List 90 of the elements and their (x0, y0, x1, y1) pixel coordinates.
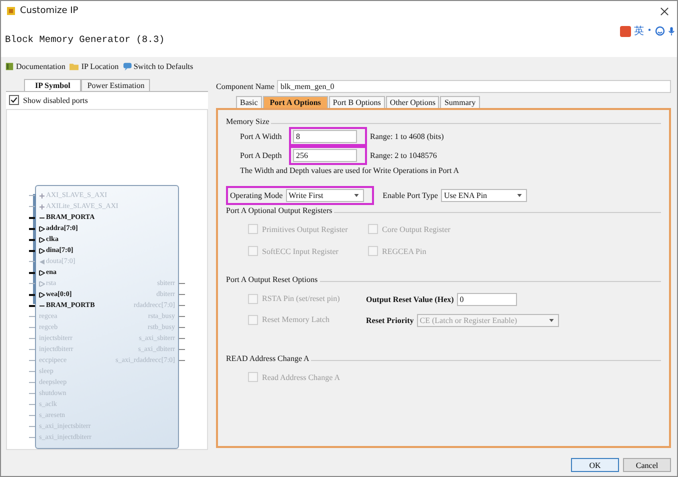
checkbox[interactable] (9, 95, 19, 105)
pin-line (29, 206, 35, 207)
pin-line (29, 437, 35, 438)
checkbox-label: Read Address Change A (262, 372, 340, 382)
input-arrow-icon (39, 292, 45, 298)
section-heading: Memory Size (226, 117, 270, 126)
pin-line (29, 327, 35, 328)
input-arrow-icon (39, 248, 45, 254)
input-arrow-icon (39, 270, 45, 276)
pin-line (29, 360, 35, 361)
pin-line (29, 426, 35, 427)
minus-icon[interactable] (39, 214, 45, 220)
field-label: Operating Mode (230, 190, 283, 200)
pin-line (29, 195, 35, 196)
section-heading: Port A Output Reset Options (226, 275, 318, 284)
pin-line (179, 294, 185, 295)
pin-line (179, 316, 185, 317)
toolbar-link[interactable]: Documentation (5, 62, 66, 70)
pin-line (29, 338, 35, 339)
input-arrow-icon (39, 280, 45, 286)
pin-line (29, 261, 35, 262)
pin-line (179, 349, 185, 350)
toolbar-link[interactable]: IP Location (69, 62, 119, 70)
speech-bubble-icon (122, 62, 132, 70)
pin-line (29, 382, 35, 383)
section-heading: READ Address Change A (226, 354, 310, 363)
options-tab[interactable]: Port A Options (262, 96, 328, 108)
caret-icon (516, 194, 522, 196)
dialog-button[interactable]: Cancel (623, 458, 671, 472)
checkbox-label: Primitives Output Register (262, 224, 348, 234)
book-icon (5, 62, 14, 70)
microphone-icon[interactable] (668, 26, 675, 36)
plus-icon[interactable] (39, 204, 45, 210)
checkbox-label: Show disabled ports (23, 96, 88, 104)
checkbox-label: Core Output Register (382, 224, 450, 234)
options-tab[interactable]: Summary (440, 96, 480, 108)
component-name-field[interactable]: blk_mem_gen_0 (277, 80, 671, 93)
panel-tab[interactable]: IP Symbol (24, 79, 82, 91)
panel-tab[interactable]: Power Estimation (81, 79, 150, 91)
pin-line (29, 393, 35, 394)
checkbox-label: RSTA Pin (set/reset pin) (262, 294, 340, 303)
dropdown[interactable]: Write First (286, 188, 364, 202)
options-tab[interactable]: Other Options (386, 96, 440, 108)
field-label: Port A Width (240, 132, 283, 141)
dropdown[interactable]: Use ENA Pin (440, 188, 527, 202)
checkbox-label: SoftECC Input Register (262, 246, 338, 256)
output-arrow-icon (39, 258, 45, 264)
pin-line (179, 327, 185, 328)
ime-language[interactable]: 英 (634, 24, 644, 38)
folder-icon (69, 62, 80, 70)
sogou-icon (620, 26, 631, 36)
field-label: Enable Port Type (382, 190, 438, 200)
input-field[interactable]: 0 (456, 293, 517, 306)
pin-line (29, 371, 35, 372)
pin-line (179, 338, 185, 339)
ip-title: Block Memory Generator (8.3) (5, 34, 165, 44)
pin-line (29, 283, 35, 284)
pin-line (179, 305, 185, 306)
window-title: Customize IP (20, 6, 78, 16)
pin-line (29, 415, 35, 416)
pin-line (29, 349, 35, 350)
note-text: The Width and Depth values are used for Write Operations in Port A (239, 166, 460, 175)
options-tab[interactable]: Port B Options (328, 96, 385, 108)
input-arrow-icon (39, 236, 45, 242)
close-icon[interactable] (660, 6, 669, 16)
dialog-button[interactable]: OK (571, 458, 619, 472)
field-label: Reset Priority (366, 316, 414, 325)
pin-line (179, 360, 185, 361)
field-label: Output Reset Value (Hex) (366, 295, 454, 304)
app-icon (6, 6, 16, 16)
pin-line (29, 316, 35, 317)
pin-line (29, 404, 35, 405)
range-hint: Range: 2 to 1048576 (370, 151, 437, 160)
checkbox-label: Reset Memory Latch (262, 315, 330, 324)
field-label: Port A Depth (240, 151, 283, 160)
pin-line (179, 283, 185, 284)
caret-icon (354, 194, 359, 196)
minus-icon[interactable] (39, 302, 45, 308)
plus-icon[interactable] (39, 192, 45, 198)
range-hint: Range: 1 to 4608 (bits) (370, 132, 444, 141)
input-field[interactable]: 8 (293, 130, 357, 143)
toolbar-link[interactable]: Switch to Defaults (122, 62, 194, 70)
checkbox-label: REGCEA Pin (382, 246, 426, 256)
smiley-icon[interactable] (655, 26, 665, 36)
input-field[interactable]: 256 (293, 149, 357, 162)
caret-icon (548, 319, 554, 322)
input-arrow-icon (39, 226, 45, 232)
field-label: Component Name (216, 82, 274, 91)
section-heading: Port A Optional Output Registers (226, 206, 332, 215)
options-tab[interactable]: Basic (236, 96, 262, 108)
